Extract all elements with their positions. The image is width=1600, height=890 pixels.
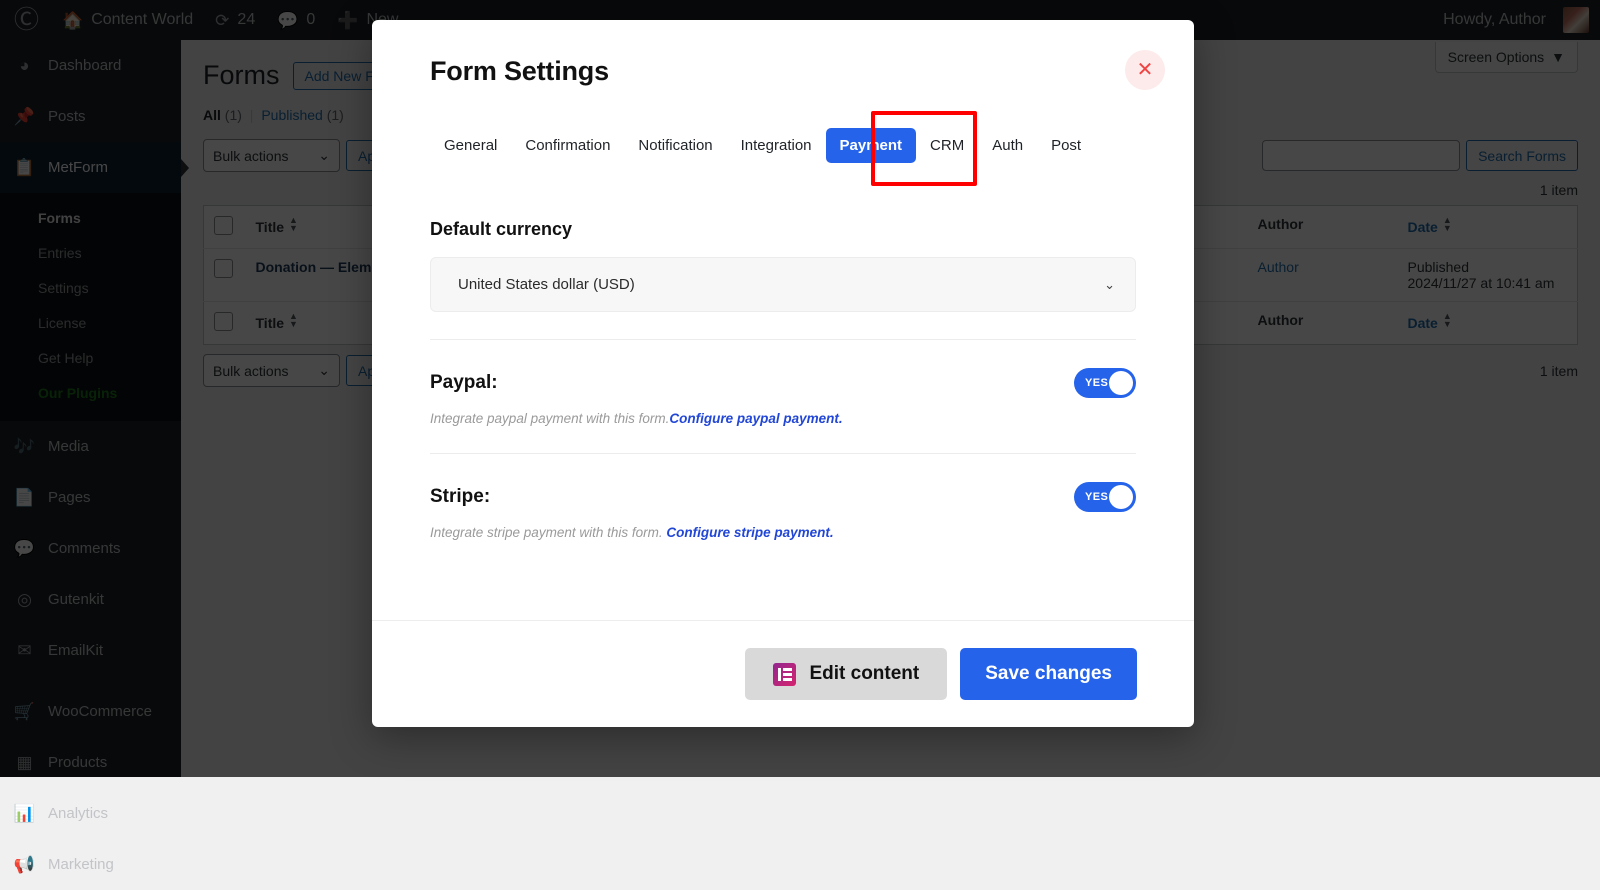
form-settings-modal: Form Settings ✕ General Confirmation Not…	[372, 20, 1194, 727]
default-currency-label: Default currency	[430, 219, 1136, 240]
chevron-down-icon: ⌄	[1104, 277, 1115, 293]
settings-tabs: General Confirmation Notification Integr…	[430, 128, 1136, 163]
paypal-row: Paypal: YES	[430, 368, 1136, 398]
analytics-icon: 📊	[14, 803, 35, 824]
stripe-toggle-state: YES	[1085, 491, 1108, 503]
elementor-icon	[773, 663, 796, 686]
stripe-toggle[interactable]: YES	[1074, 482, 1136, 512]
tab-confirmation[interactable]: Confirmation	[511, 128, 624, 163]
modal-title: Form Settings	[430, 56, 1136, 87]
paypal-toggle[interactable]: YES	[1074, 368, 1136, 398]
edit-content-button[interactable]: Edit content	[745, 648, 947, 700]
stripe-help-text: Integrate stripe payment with this form.	[430, 525, 666, 540]
paypal-toggle-knob	[1109, 371, 1133, 395]
tab-notification[interactable]: Notification	[624, 128, 726, 163]
sidebar-item-label: Marketing	[48, 857, 114, 872]
stripe-row: Stripe: YES	[430, 482, 1136, 512]
megaphone-icon: 📢	[14, 854, 35, 875]
default-currency-select[interactable]: United States dollar (USD) ⌄	[430, 257, 1136, 312]
paypal-label: Paypal:	[430, 372, 498, 394]
configure-paypal-link[interactable]: Configure paypal payment.	[669, 411, 842, 426]
tab-crm[interactable]: CRM	[916, 128, 978, 163]
stripe-toggle-knob	[1109, 485, 1133, 509]
paypal-toggle-state: YES	[1085, 377, 1108, 389]
paypal-help-text: Integrate paypal payment with this form.	[430, 411, 669, 426]
divider-after-currency	[430, 339, 1136, 340]
divider-after-paypal	[430, 453, 1136, 454]
sidebar-item-marketing[interactable]: 📢 Marketing	[0, 839, 181, 890]
modal-body: Form Settings ✕ General Confirmation Not…	[372, 20, 1194, 620]
edit-content-label: Edit content	[809, 663, 919, 685]
configure-stripe-link[interactable]: Configure stripe payment.	[666, 525, 833, 540]
modal-footer: Edit content Save changes	[372, 620, 1194, 727]
save-changes-button[interactable]: Save changes	[960, 648, 1137, 700]
tab-payment[interactable]: Payment	[826, 128, 917, 163]
tab-integration[interactable]: Integration	[727, 128, 826, 163]
tab-post[interactable]: Post	[1037, 128, 1095, 163]
tab-auth[interactable]: Auth	[978, 128, 1037, 163]
close-icon[interactable]: ✕	[1125, 50, 1165, 90]
stripe-label: Stripe:	[430, 486, 490, 508]
sidebar-item-label: Analytics	[48, 806, 108, 821]
stripe-help: Integrate stripe payment with this form.…	[430, 525, 1136, 540]
paypal-help: Integrate paypal payment with this form.…	[430, 411, 1136, 426]
sidebar-item-analytics[interactable]: 📊 Analytics	[0, 788, 181, 839]
default-currency-value: United States dollar (USD)	[458, 276, 635, 293]
tab-general[interactable]: General	[430, 128, 511, 163]
